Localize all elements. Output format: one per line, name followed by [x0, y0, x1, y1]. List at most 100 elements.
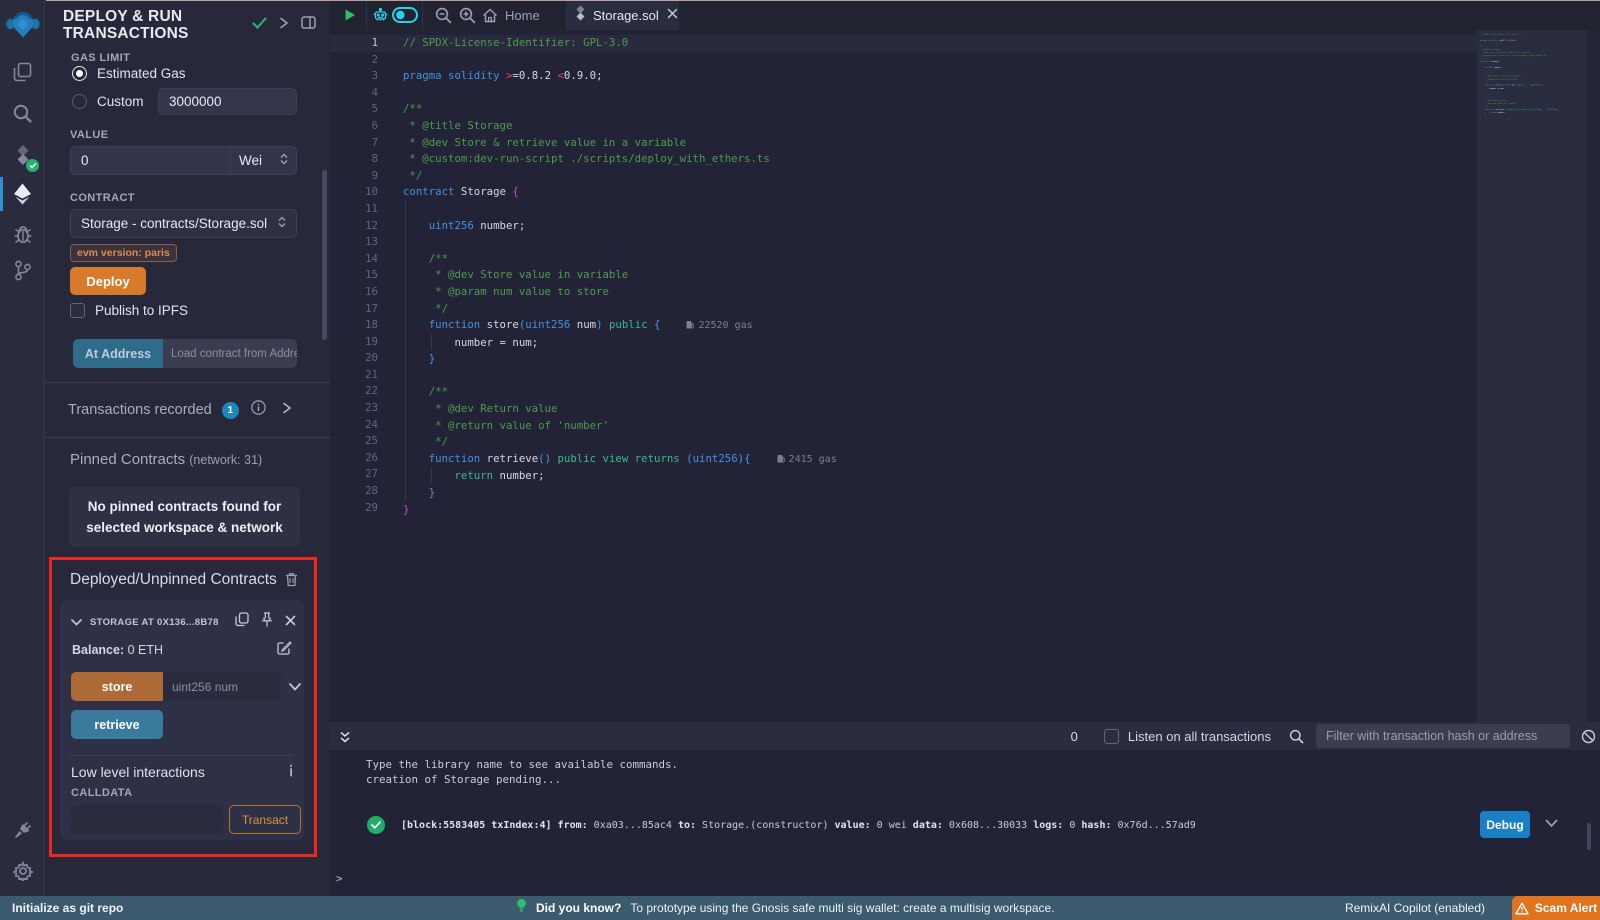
store-expand-icon[interactable]	[289, 678, 301, 696]
contract-select[interactable]: Storage - contracts/Storage.sol	[70, 209, 297, 238]
tab-storage-sol[interactable]: Storage.sol	[566, 0, 679, 30]
scam-alert-button[interactable]: Scam Alert	[1512, 896, 1600, 920]
file-explorer-icon[interactable]	[0, 53, 45, 91]
tx-log-text: [block:5583405 txIndex:4] from: 0xa03...…	[401, 820, 1196, 831]
code-content: // SPDX-License-Identifier: GPL-3.0​prag…	[403, 35, 837, 518]
at-address-button[interactable]: At Address	[73, 339, 163, 368]
home-tab[interactable]: Home	[482, 0, 540, 30]
close-tab-icon[interactable]	[667, 6, 678, 24]
tx-expand-icon[interactable]	[1545, 818, 1558, 831]
compiled-check-icon	[26, 159, 39, 172]
store-arg-input[interactable]: uint256 num	[163, 672, 281, 701]
transactions-expand-icon[interactable]	[283, 401, 291, 419]
clear-deployed-icon[interactable]	[285, 572, 298, 592]
terminal-prompt: >	[336, 872, 343, 885]
terminal-collapse-icon[interactable]	[330, 722, 360, 752]
clear-terminal-icon[interactable]	[1581, 729, 1596, 744]
minimap[interactable]: // SPDX-License-Identifier: GPL-3.0​prag…	[1477, 30, 1587, 722]
balance-label: Balance:	[72, 643, 124, 657]
contract-label: CONTRACT	[70, 192, 135, 204]
custom-gas-input[interactable]: 3000000	[158, 88, 297, 115]
terminal-scrollbar[interactable]	[1587, 823, 1591, 850]
value-unit-select[interactable]: Wei	[230, 147, 296, 174]
solidity-compiler-icon[interactable]	[0, 136, 45, 174]
deploy-button[interactable]: Deploy	[70, 267, 146, 295]
tab-title: Storage.sol	[593, 8, 659, 23]
terminal-line: creation of Storage pending...	[330, 773, 1600, 788]
deployed-contract-card: STORAGE AT 0X136...8B78 Balance: 0 ETH s…	[60, 600, 304, 840]
terminal-body[interactable]: Type the library name to see available c…	[330, 750, 1600, 896]
icon-sidebar	[0, 0, 45, 896]
git-init-label[interactable]: Initialize as git repo	[12, 901, 123, 915]
transactions-recorded-label: Transactions recorded	[68, 402, 212, 418]
transaction-log-row[interactable]: [block:5583405 txIndex:4] from: 0xa03...…	[330, 808, 1600, 842]
editor-scrollbar[interactable]	[1587, 30, 1600, 722]
value-input[interactable]: 0	[71, 153, 230, 168]
panel-columns-icon[interactable]	[301, 16, 316, 34]
lightbulb-icon	[516, 898, 527, 918]
radio-custom-gas[interactable]	[72, 94, 87, 109]
deploy-run-icon[interactable]	[0, 175, 45, 213]
pinned-title-text: Pinned Contracts	[70, 451, 185, 468]
unit-stepper-icon	[280, 152, 288, 170]
edit-balance-icon[interactable]	[277, 641, 292, 660]
pin-contract-icon[interactable]	[261, 612, 273, 632]
copy-address-icon[interactable]	[235, 612, 249, 632]
retrieve-button[interactable]: retrieve	[71, 710, 163, 739]
contract-selected-value: Storage - contracts/Storage.sol	[81, 216, 267, 231]
panel-title: DEPLOY & RUN TRANSACTIONS	[63, 8, 248, 42]
main-area: Home Storage.sol 12345678910111213141516…	[330, 0, 1600, 896]
value-label: VALUE	[70, 129, 108, 141]
publish-ipfs-row[interactable]: Publish to IPFS	[70, 303, 188, 318]
tx-details: from: 0xa03...85ac4 to: Storage.(constru…	[552, 820, 1196, 831]
radio-estimated-gas[interactable]	[72, 66, 87, 81]
panel-separator	[45, 437, 330, 438]
contract-stepper-icon	[278, 216, 286, 231]
plugin-manager-icon[interactable]	[0, 811, 45, 849]
transactions-info-icon[interactable]	[251, 400, 266, 420]
toolbar-separator	[366, 0, 367, 30]
listen-transactions-checkbox[interactable]	[1104, 729, 1119, 744]
custom-gas-radio[interactable]: Custom	[72, 94, 144, 109]
remove-contract-icon[interactable]	[285, 613, 296, 631]
estimated-gas-radio[interactable]: Estimated Gas	[72, 66, 186, 81]
transactions-recorded-row[interactable]: Transactions recorded 1	[68, 398, 293, 422]
ai-assistant-icon[interactable]	[368, 0, 392, 30]
calldata-input[interactable]	[71, 805, 223, 834]
settings-icon[interactable]	[0, 852, 45, 890]
at-address-input[interactable]: Load contract from Addre	[163, 339, 297, 368]
listen-transactions-label: Listen on all transactions	[1128, 729, 1271, 744]
card-separator	[70, 755, 294, 756]
zoom-in-icon[interactable]	[455, 0, 479, 30]
code-editor[interactable]: 1234567891011121314151617181920212223242…	[330, 30, 1600, 722]
run-script-icon[interactable]	[338, 0, 362, 30]
publish-ipfs-checkbox[interactable]	[70, 303, 85, 318]
status-bar: Initialize as git repo Did you know? To …	[0, 896, 1600, 920]
pin-panel-icon[interactable]	[280, 16, 288, 34]
balance-value: 0 ETH	[128, 643, 163, 657]
home-tab-label: Home	[505, 8, 540, 23]
transact-button[interactable]: Transact	[229, 805, 301, 834]
zoom-out-icon[interactable]	[431, 0, 455, 30]
terminal-line: Type the library name to see available c…	[330, 758, 1600, 773]
gas-limit-label: GAS LIMIT	[71, 52, 130, 64]
scam-alert-label: Scam Alert	[1535, 901, 1597, 915]
low-level-info-icon[interactable]	[288, 764, 294, 782]
debug-button[interactable]: Debug	[1480, 811, 1530, 838]
debugger-icon[interactable]	[0, 215, 45, 253]
terminal-filter-input[interactable]: Filter with transaction hash or address	[1316, 724, 1570, 748]
contract-expand-icon[interactable]	[71, 613, 82, 631]
copilot-toggle-icon[interactable]	[391, 0, 419, 30]
search-icon[interactable]	[0, 94, 45, 132]
panel-scrollbar[interactable]	[322, 170, 327, 340]
copilot-status-label[interactable]: RemixAI Copilot (enabled)	[1345, 901, 1485, 915]
deployed-contract-name[interactable]: STORAGE AT 0X136...8B78	[90, 617, 219, 628]
no-pinned-line2: selected workspace & network	[86, 520, 283, 535]
terminal-search-icon[interactable]	[1289, 729, 1304, 744]
line-numbers: 1234567891011121314151617181920212223242…	[330, 35, 378, 516]
git-icon[interactable]	[0, 251, 45, 289]
panel-separator	[45, 382, 330, 383]
store-button[interactable]: store	[71, 672, 163, 701]
remix-logo-icon[interactable]	[0, 6, 45, 44]
pinned-network-label: (network: 31)	[189, 453, 262, 467]
